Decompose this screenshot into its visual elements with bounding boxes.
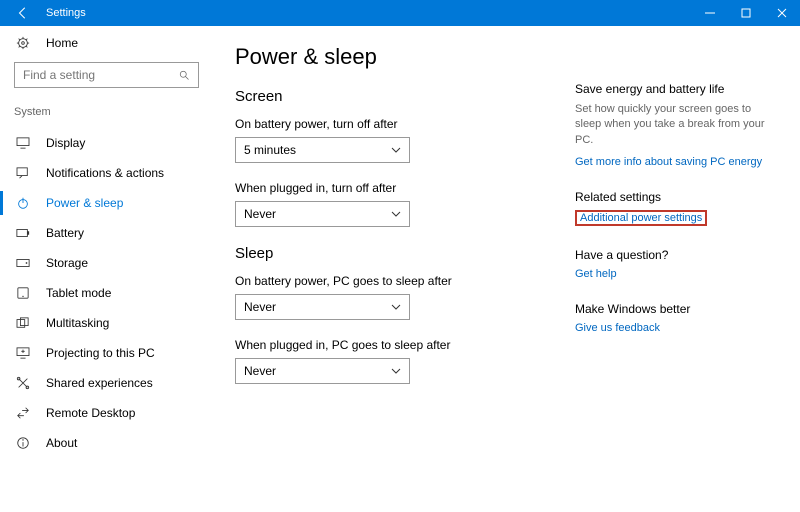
chevron-down-icon — [391, 304, 401, 310]
screen-battery-label: On battery power, turn off after — [235, 117, 575, 131]
sidebar-item-label: Display — [46, 136, 85, 150]
close-button[interactable] — [764, 0, 800, 26]
feedback-link[interactable]: Give us feedback — [575, 322, 770, 334]
search-box[interactable] — [14, 62, 199, 88]
highlight-box: Additional power settings — [575, 210, 707, 226]
sidebar-item-projecting[interactable]: Projecting to this PC — [0, 338, 191, 368]
chevron-down-icon — [391, 368, 401, 374]
sidebar-item-remote-desktop[interactable]: Remote Desktop — [0, 398, 191, 428]
question-heading: Have a question? — [575, 248, 770, 262]
sidebar-item-about[interactable]: About — [0, 428, 191, 458]
power-icon — [14, 196, 32, 210]
projecting-icon — [14, 347, 32, 359]
related-heading: Related settings — [575, 190, 770, 204]
search-icon — [178, 69, 190, 81]
sidebar-item-label: Notifications & actions — [46, 166, 164, 180]
energy-heading: Save energy and battery life — [575, 82, 770, 96]
dropdown-value: 5 minutes — [244, 143, 296, 157]
chevron-down-icon — [391, 211, 401, 217]
sidebar-item-tablet-mode[interactable]: Tablet mode — [0, 278, 191, 308]
sidebar-item-label: Remote Desktop — [46, 406, 135, 420]
sleep-battery-label: On battery power, PC goes to sleep after — [235, 274, 575, 288]
display-icon — [14, 137, 32, 149]
sidebar-item-label: Tablet mode — [46, 286, 111, 300]
about-icon — [14, 436, 32, 450]
dropdown-value: Never — [244, 207, 276, 221]
window-controls — [692, 0, 800, 26]
get-help-link[interactable]: Get help — [575, 268, 770, 280]
notifications-icon — [14, 167, 32, 179]
sidebar: Home System Display Notifications & acti… — [0, 26, 205, 512]
sidebar-item-multitasking[interactable]: Multitasking — [0, 308, 191, 338]
sidebar-item-label: About — [46, 436, 77, 450]
sleep-plugged-dropdown[interactable]: Never — [235, 358, 410, 384]
remote-desktop-icon — [14, 406, 32, 420]
sidebar-item-label: Shared experiences — [46, 376, 153, 390]
sidebar-item-battery[interactable]: Battery — [0, 218, 191, 248]
sidebar-item-storage[interactable]: Storage — [0, 248, 191, 278]
page-title: Power & sleep — [235, 44, 575, 70]
screen-plugged-label: When plugged in, turn off after — [235, 181, 575, 195]
minimize-button[interactable] — [692, 0, 728, 26]
section-label: System — [14, 106, 191, 118]
home-button[interactable]: Home — [14, 36, 191, 50]
sidebar-item-label: Projecting to this PC — [46, 346, 155, 360]
better-heading: Make Windows better — [575, 302, 770, 316]
maximize-button[interactable] — [728, 0, 764, 26]
titlebar: Settings — [0, 0, 800, 26]
dropdown-value: Never — [244, 364, 276, 378]
home-label: Home — [46, 36, 78, 50]
chevron-down-icon — [391, 147, 401, 153]
shared-icon — [14, 376, 32, 390]
screen-heading: Screen — [235, 88, 575, 105]
gear-icon — [14, 36, 32, 50]
screen-plugged-dropdown[interactable]: Never — [235, 201, 410, 227]
right-panel: Save energy and battery life Set how qui… — [575, 44, 770, 502]
sidebar-item-label: Battery — [46, 226, 84, 240]
energy-text: Set how quickly your screen goes to slee… — [575, 102, 770, 148]
sleep-battery-dropdown[interactable]: Never — [235, 294, 410, 320]
settings-area: Power & sleep Screen On battery power, t… — [235, 44, 575, 502]
storage-icon — [14, 258, 32, 268]
battery-icon — [14, 228, 32, 238]
multitasking-icon — [14, 317, 32, 329]
sidebar-item-notifications[interactable]: Notifications & actions — [0, 158, 191, 188]
sidebar-item-label: Storage — [46, 256, 88, 270]
sidebar-item-power-sleep[interactable]: Power & sleep — [0, 188, 191, 218]
sidebar-item-display[interactable]: Display — [0, 128, 191, 158]
additional-power-settings-link[interactable]: Additional power settings — [580, 212, 702, 224]
sidebar-item-shared-experiences[interactable]: Shared experiences — [0, 368, 191, 398]
dropdown-value: Never — [244, 300, 276, 314]
screen-battery-dropdown[interactable]: 5 minutes — [235, 137, 410, 163]
sleep-heading: Sleep — [235, 245, 575, 262]
back-button[interactable] — [6, 0, 40, 26]
sidebar-item-label: Multitasking — [46, 316, 109, 330]
energy-link[interactable]: Get more info about saving PC energy — [575, 156, 770, 168]
search-input[interactable] — [23, 68, 178, 82]
sidebar-item-label: Power & sleep — [46, 196, 123, 210]
window-title: Settings — [40, 7, 692, 19]
tablet-icon — [14, 287, 32, 299]
sleep-plugged-label: When plugged in, PC goes to sleep after — [235, 338, 575, 352]
